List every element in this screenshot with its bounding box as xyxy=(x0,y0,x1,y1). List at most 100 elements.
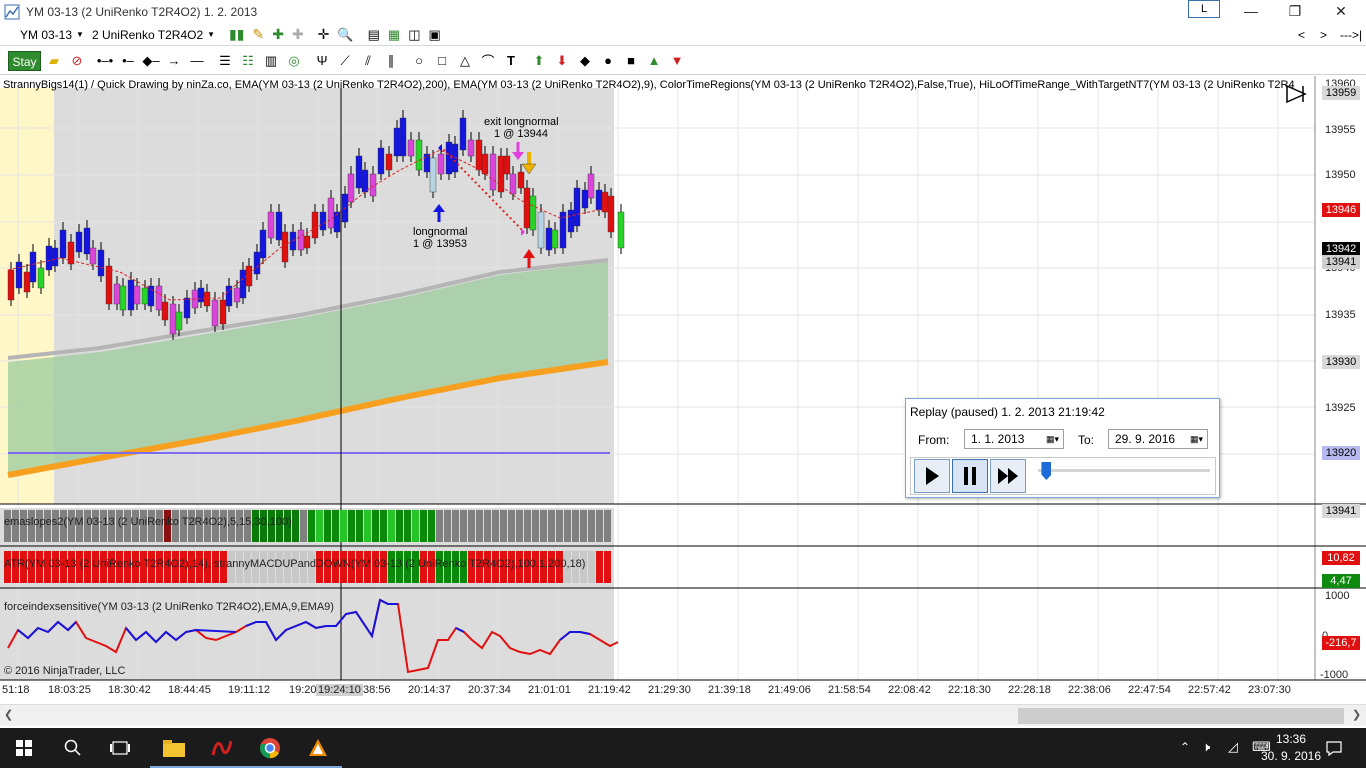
notifications-icon[interactable] xyxy=(1325,739,1343,757)
strategies-icon: ◫ xyxy=(408,26,421,42)
pause-button[interactable] xyxy=(952,459,988,493)
gann-fan-button[interactable]: ⟋ xyxy=(335,51,355,71)
scroll-right-icon[interactable]: ❯ xyxy=(1352,708,1361,721)
chart-style-button[interactable]: ▮▮ xyxy=(227,25,246,45)
fib-time-button[interactable]: ▥ xyxy=(261,51,281,71)
network-icon[interactable]: ◿ xyxy=(1228,739,1238,755)
time-label: 21:49:06 xyxy=(768,684,811,696)
candle-body xyxy=(459,117,467,151)
arrow-line-button[interactable]: → xyxy=(164,51,184,71)
price-label: 13950 xyxy=(1325,169,1356,181)
extended-line-button[interactable]: ◆– xyxy=(141,51,161,71)
snapshot-button[interactable]: ▣ xyxy=(426,25,442,45)
horizontal-line-button[interactable]: — xyxy=(187,51,207,71)
remove-drawings-button[interactable]: ⊘ xyxy=(67,51,87,71)
pitchfork-icon: Ψ xyxy=(316,53,328,68)
clock-time[interactable]: 13:36 xyxy=(1266,732,1316,746)
zoom-in-button[interactable]: ✚ xyxy=(270,25,286,45)
time-label: 21:29:30 xyxy=(648,684,691,696)
play-button[interactable] xyxy=(914,459,950,493)
chrome-taskbar-item[interactable] xyxy=(246,728,294,768)
highlight-tool-button[interactable]: ▰ xyxy=(44,51,64,71)
ellipse-tool-button[interactable]: ○ xyxy=(409,51,429,71)
triangle-tool-button[interactable]: △ xyxy=(455,51,475,71)
slope-bar xyxy=(460,510,467,542)
pitchfork-button[interactable]: Ψ xyxy=(312,51,332,71)
minimize-button[interactable]: — xyxy=(1228,0,1274,24)
fast-forward-button[interactable] xyxy=(990,459,1026,493)
search-icon[interactable] xyxy=(64,739,82,757)
close-button[interactable]: ✕ xyxy=(1318,0,1364,24)
arc-tool-button[interactable]: ⌒ xyxy=(478,51,498,71)
candle-body xyxy=(37,267,45,289)
vlc-taskbar-item[interactable] xyxy=(294,728,342,768)
ray-tool-button[interactable]: •–• xyxy=(95,51,115,71)
price-tag-high: 13959 xyxy=(1322,86,1360,100)
atr-tag: 10,82 xyxy=(1322,551,1360,565)
dot-button[interactable]: ● xyxy=(598,51,618,71)
square-button[interactable]: ■ xyxy=(621,51,641,71)
slope-bar xyxy=(420,510,427,542)
play-icon xyxy=(926,467,939,485)
regression-channel-button[interactable]: ⫽ xyxy=(358,51,378,71)
candle-body xyxy=(197,287,205,303)
text-tool-button[interactable]: T xyxy=(501,51,521,71)
fib-circle-button[interactable]: ◎ xyxy=(284,51,304,71)
chart-scrollbar[interactable]: ❮ ❯ xyxy=(0,704,1366,726)
clock-date[interactable]: 30. 9. 2016 xyxy=(1254,749,1328,763)
bar-type-selector[interactable]: 2 UniRenko T2R4O2 ▼ xyxy=(90,25,217,45)
from-date-picker[interactable]: 1. 1. 2013 ▦▾ xyxy=(964,429,1064,449)
scroll-end-button[interactable]: --->| xyxy=(1338,25,1364,45)
replay-dialog: Replay (paused) 1. 2. 2013 21:19:42 From… xyxy=(905,398,1220,498)
restore-button[interactable]: ❐ xyxy=(1272,0,1318,24)
windows-start-icon[interactable] xyxy=(16,740,32,756)
candle-body xyxy=(59,229,67,259)
stay-button[interactable]: Stay xyxy=(8,50,41,71)
line-tool-button[interactable]: •– xyxy=(118,51,138,71)
ninjatrader-icon xyxy=(211,740,233,756)
to-date-picker[interactable]: 29. 9. 2016 ▦▾ xyxy=(1108,429,1208,449)
calendar-dropdown-icon: ▦▾ xyxy=(1045,434,1059,444)
zoom-out-button[interactable]: ✚ xyxy=(290,25,306,45)
fib-retracement-button[interactable]: ☰ xyxy=(215,51,235,71)
scrollbar-thumb[interactable] xyxy=(1018,708,1344,724)
diamond-button[interactable]: ◆ xyxy=(575,51,595,71)
window-titlebar: YM 03-13 (2 UniRenko T2R4O2) 1. 2. 2013 … xyxy=(0,0,1366,24)
replay-title: Replay (paused) 1. 2. 2013 21:19:42 xyxy=(910,405,1105,419)
task-view-icon[interactable] xyxy=(110,740,130,756)
indicators-button[interactable]: ▦ xyxy=(386,25,402,45)
strategies-button[interactable]: ◫ xyxy=(406,25,422,45)
candle-body xyxy=(537,211,545,249)
slope-bar xyxy=(356,510,363,542)
slope-bar xyxy=(484,510,491,542)
force-axis-top: 1000 xyxy=(1325,590,1350,602)
arrow-down-button[interactable]: ⬇ xyxy=(552,51,572,71)
candle-body xyxy=(113,283,121,305)
scroll-forward-button[interactable]: > xyxy=(1318,25,1329,45)
candle-body xyxy=(267,211,275,239)
instrument-selector[interactable]: YM 03-13 ▼ xyxy=(18,25,86,45)
replay-slider-track[interactable] xyxy=(1038,469,1210,472)
candle-body xyxy=(297,229,305,251)
crosshair-button[interactable]: ✛ xyxy=(316,25,332,45)
data-box-button[interactable]: 🔍 xyxy=(335,25,355,45)
ninjatrader-taskbar-item[interactable] xyxy=(198,728,246,768)
arrow-up-button[interactable]: ⬆ xyxy=(529,51,549,71)
drawing-tools-button[interactable]: ✎ xyxy=(250,25,266,45)
fib-extension-button[interactable]: ☷ xyxy=(238,51,258,71)
scroll-back-button[interactable]: < xyxy=(1296,25,1307,45)
link-button[interactable]: L xyxy=(1188,0,1220,18)
file-explorer-taskbar-item[interactable] xyxy=(150,728,198,768)
properties-button[interactable]: ▤ xyxy=(366,25,382,45)
triangle-up-button[interactable]: ▲ xyxy=(644,51,664,71)
rectangle-tool-button[interactable]: □ xyxy=(432,51,452,71)
time-label: 19:20: xyxy=(289,684,320,696)
show-hidden-icons-icon[interactable]: ⌃ xyxy=(1180,740,1190,754)
volume-muted-icon[interactable]: 🕨 xyxy=(1202,739,1210,755)
price-label: 13925 xyxy=(1325,402,1356,414)
trend-channel-button[interactable]: ∥ xyxy=(381,51,401,71)
diamond-icon: ◆ xyxy=(580,52,590,68)
scroll-left-icon[interactable]: ❮ xyxy=(4,708,13,721)
triangle-down-button[interactable]: ▼ xyxy=(667,51,687,71)
candle-body xyxy=(429,157,437,193)
